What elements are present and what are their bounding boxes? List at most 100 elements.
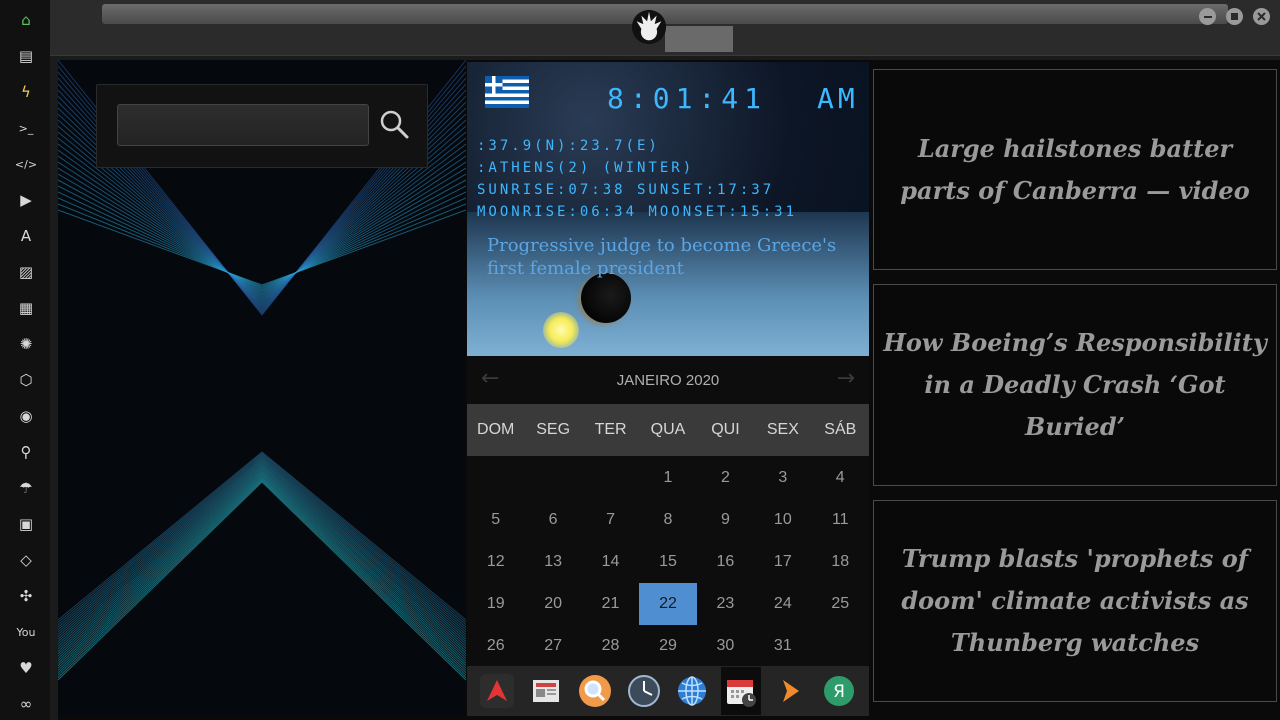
calendar-day[interactable]: 8 <box>639 499 696 541</box>
greece-flag-icon[interactable] <box>485 76 529 108</box>
galactic-empire-icon[interactable]: ✺ <box>14 332 38 356</box>
calendar-month-title: JANEIRO 2020 <box>616 371 720 389</box>
calendar-day[interactable]: 1 <box>639 457 696 499</box>
svg-text:Я: Я <box>833 682 845 702</box>
umbrella-icon[interactable]: ☂ <box>14 476 38 500</box>
clock-sun-times: SUNRISE:07:38 SUNSET:17:37 <box>477 182 775 198</box>
emblem-tab[interactable] <box>665 26 733 52</box>
calendar-day[interactable]: 20 <box>524 583 581 625</box>
calendar-day[interactable]: 4 <box>812 457 869 499</box>
terminal-icon[interactable]: >_ <box>14 116 38 140</box>
calendar-day[interactable]: 16 <box>697 541 754 583</box>
lightning-icon[interactable]: ϟ <box>14 80 38 104</box>
search-icon[interactable]: ⚲ <box>14 440 38 464</box>
news-headline: Large hailstones batter parts of Canberr… <box>900 133 1250 205</box>
tag-icon[interactable]: ◇ <box>14 548 38 572</box>
yandex-icon: Я <box>823 675 855 707</box>
calendar-day[interactable]: 14 <box>582 541 639 583</box>
search-input[interactable] <box>117 104 369 146</box>
calendar-weekday: QUI <box>711 421 740 438</box>
calendar-day[interactable]: 27 <box>524 625 581 667</box>
calendar-day[interactable]: 23 <box>697 583 754 625</box>
calendar-day[interactable]: 25 <box>812 583 869 625</box>
calendar-day[interactable]: 5 <box>467 499 524 541</box>
calendar-day[interactable]: 19 <box>467 583 524 625</box>
calendar-day[interactable]: 15 <box>639 541 696 583</box>
app-dock: Я <box>467 666 869 716</box>
calendar-day[interactable]: 29 <box>639 625 696 667</box>
calendar-day[interactable]: 31 <box>754 625 811 667</box>
hexagon-icon[interactable]: ⬡ <box>14 368 38 392</box>
clock-moon-times: MOONRISE:06:34 MOONSET:15:31 <box>477 204 798 219</box>
heart-icon[interactable]: ♥ <box>14 656 38 680</box>
search-icon <box>380 110 409 139</box>
news-card[interactable]: How Boeing’s Responsibility in a Deadly … <box>873 284 1277 486</box>
infinity-icon[interactable]: ∞ <box>14 692 38 716</box>
calendar-day[interactable]: 6 <box>524 499 581 541</box>
dock-app-browser[interactable] <box>672 671 712 711</box>
calendar-day[interactable]: 12 <box>467 541 524 583</box>
calendar-day[interactable]: 30 <box>697 625 754 667</box>
clock-time: 8:01:41 <box>607 82 768 115</box>
search-button[interactable] <box>377 107 411 141</box>
expand-icon[interactable]: ✣ <box>14 584 38 608</box>
calendar-day[interactable]: 11 <box>812 499 869 541</box>
calendar-day[interactable]: 10 <box>754 499 811 541</box>
clock-news-headline[interactable]: Progressive judge to become Greece's fir… <box>487 234 857 280</box>
contacts-icon[interactable]: ▣ <box>14 512 38 536</box>
search-panel <box>96 84 428 168</box>
clock-coordinates: :37.9(N):23.7(E) <box>477 138 660 154</box>
magnifier-icon <box>578 674 612 708</box>
document-icon[interactable]: ▤ <box>14 44 38 68</box>
dock-app-arch[interactable] <box>477 671 517 711</box>
globe-icon[interactable]: ◉ <box>14 404 38 428</box>
calendar-day[interactable]: 18 <box>812 541 869 583</box>
home-icon[interactable]: ⌂ <box>14 8 38 32</box>
moon-icon <box>581 273 631 323</box>
calendar-day[interactable]: 24 <box>754 583 811 625</box>
dock-app-search[interactable] <box>575 671 615 711</box>
clock-icon <box>627 674 661 708</box>
calendar-day[interactable]: 2 <box>697 457 754 499</box>
maximize-button[interactable] <box>1226 8 1243 25</box>
calendar-day[interactable]: 13 <box>524 541 581 583</box>
close-button[interactable] <box>1253 8 1270 25</box>
minimize-button[interactable] <box>1199 8 1216 25</box>
calendar-prev-button[interactable]: ← <box>481 366 499 391</box>
news-card[interactable]: Large hailstones batter parts of Canberr… <box>873 69 1277 270</box>
dock-app-news[interactable] <box>526 671 566 711</box>
calendar-day[interactable]: 21 <box>582 583 639 625</box>
dock-app-calendar[interactable] <box>721 667 762 715</box>
app-sidebar: ⌂ ▤ ϟ >_ </> ▶ A ▨ ▦ ✺ ⬡ ◉ ⚲ ☂ ▣ ◇ ✣ You ♥ ∞ <box>0 0 50 720</box>
calendar-next-button[interactable]: → <box>837 366 855 391</box>
calendar-weekday: SEX <box>766 421 799 438</box>
clock-period: AM <box>817 82 859 115</box>
calendar-day[interactable]: 28 <box>582 625 639 667</box>
calendar-weekday: SÁB <box>824 421 857 438</box>
calendar-day[interactable]: 26 <box>467 625 524 667</box>
calendar-empty-cell <box>812 625 869 667</box>
dock-app-clock[interactable] <box>624 671 664 711</box>
dock-app-forward[interactable] <box>770 671 810 711</box>
calendar-empty-cell <box>524 457 581 499</box>
newspaper-icon[interactable]: ▦ <box>14 296 38 320</box>
calendar-day[interactable]: 22 <box>639 583 697 625</box>
calendar-day[interactable]: 3 <box>754 457 811 499</box>
calendar-header: ← JANEIRO 2020 → <box>467 356 869 404</box>
globe-icon <box>676 675 708 707</box>
calendar-icon <box>724 674 758 708</box>
calendar-weekday-row: DOM SEG TER QUA QUI SEX SÁB <box>467 404 869 456</box>
calendar-weekday: DOM <box>477 421 515 438</box>
youtube-icon[interactable]: You <box>14 620 38 644</box>
calendar-empty-cell <box>582 457 639 499</box>
calendar-day[interactable]: 17 <box>754 541 811 583</box>
news-card[interactable]: Trump blasts 'prophets of doom' climate … <box>873 500 1277 702</box>
calendar-day[interactable]: 7 <box>582 499 639 541</box>
image-icon[interactable]: ▨ <box>14 260 38 284</box>
play-icon[interactable]: ▶ <box>14 188 38 212</box>
dock-app-yandex[interactable]: Я <box>819 671 859 711</box>
translate-icon[interactable]: A <box>14 224 38 248</box>
calendar-day[interactable]: 9 <box>697 499 754 541</box>
code-icon[interactable]: </> <box>14 152 38 176</box>
arch-logo-icon <box>480 674 515 708</box>
